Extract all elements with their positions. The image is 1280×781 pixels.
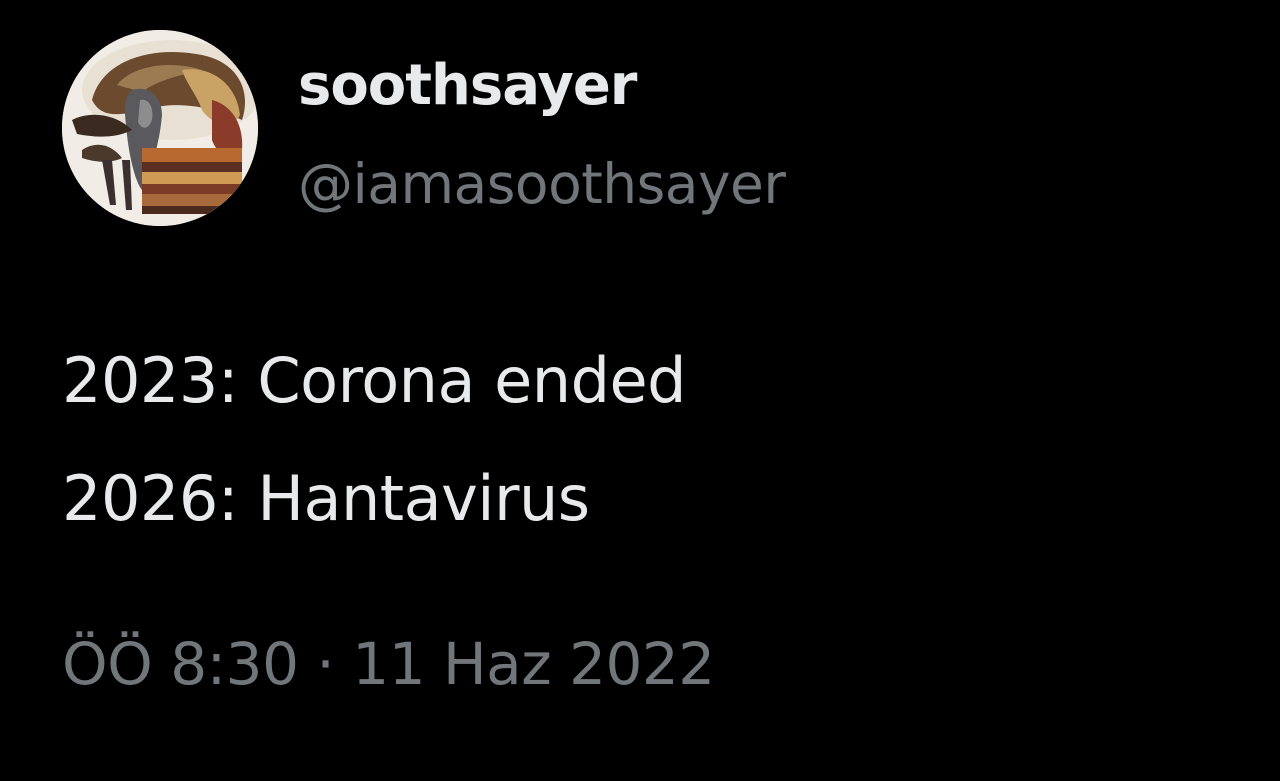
painted-figure-avatar-icon [62, 30, 258, 226]
user-avatar[interactable] [62, 30, 258, 226]
tweet-timestamp[interactable]: ÖÖ 8:30 · 11 Haz 2022 [62, 628, 715, 700]
tweet-line: 2023: Corona ended [62, 344, 686, 417]
tweet-line: 2026: Hantavirus [62, 462, 590, 535]
author-handle[interactable]: @iamasoothsayer [298, 148, 786, 220]
author-display-name[interactable]: soothsayer [298, 50, 637, 122]
tweet-card: soothsayer @iamasoothsayer 2023: Corona … [0, 0, 1280, 781]
tweet-body: 2023: Corona ended 2026: Hantavirus [62, 322, 686, 558]
